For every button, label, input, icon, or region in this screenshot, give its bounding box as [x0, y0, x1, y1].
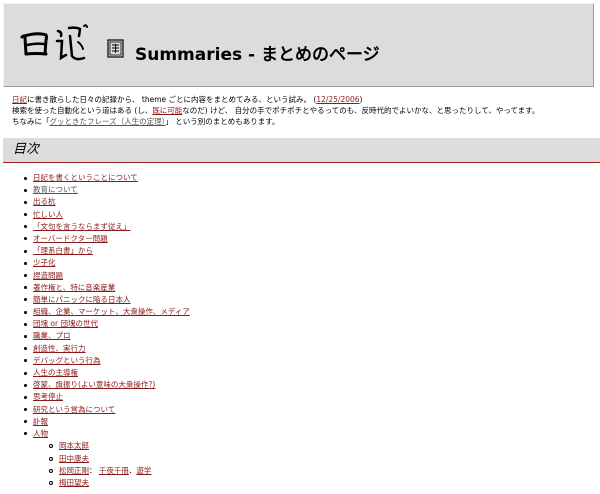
- yugaku-link[interactable]: 遊学: [136, 466, 151, 475]
- list-item: 職業、プロ: [0, 330, 600, 342]
- page-header: Summaries - まとめのページ: [3, 3, 594, 87]
- list-item: デバッグという行為: [0, 355, 600, 367]
- phrases-page-link[interactable]: グッときたフレーズ（人生の定理）: [50, 117, 166, 126]
- people-sublist: 岡本太郎 田中康夫 松岡正剛： 千夜千冊、遊学 梅田望夫: [0, 440, 600, 489]
- person-link[interactable]: 松岡正剛: [59, 466, 89, 475]
- update-date-link[interactable]: 12/25/2006: [316, 95, 359, 104]
- list-item: 組織、企業、マーケット、大衆操作、メディア: [0, 306, 600, 318]
- toc-link[interactable]: デバッグという行為: [33, 356, 101, 365]
- toc-link[interactable]: オーバードクター問題: [33, 234, 108, 243]
- list-item: 梅田望夫: [0, 477, 600, 489]
- toc-link[interactable]: 人物: [33, 429, 48, 438]
- person-link[interactable]: 岡本太郎: [59, 441, 89, 450]
- toc-list: 日記を書くということについて 教育について 出る杭 忙しい人 「文句を言うならま…: [0, 172, 600, 489]
- intro-text: 日記に書き散らした日々の記録から、 theme ごとに内容をまとめてみる、という…: [12, 94, 597, 127]
- intro-line-2: 検索を使った自動化という道はある (し、既に可能なのだ) けど、 自分の手でポチ…: [12, 106, 540, 115]
- list-item: オーバードクター問題: [0, 233, 600, 245]
- toc-heading: 目次: [13, 142, 40, 157]
- toc-link[interactable]: 忙しい人: [33, 210, 63, 219]
- list-item: 人生の主導権: [0, 367, 600, 379]
- page-title: Summaries - まとめのページ: [135, 45, 380, 65]
- diary-link[interactable]: 日記: [12, 95, 27, 104]
- toc-link[interactable]: 思考停止: [33, 392, 63, 401]
- toc-heading-bar: 目次: [3, 138, 600, 163]
- list-item: 思考停止: [0, 391, 600, 403]
- toc-link[interactable]: 著作権と、特に音楽産業: [33, 283, 115, 292]
- toc-link[interactable]: 簡単にパニックに陥る日本人: [33, 295, 131, 304]
- list-item: 著作権と、特に音楽産業: [0, 282, 600, 294]
- toc-link[interactable]: 捏造問題: [33, 271, 63, 280]
- list-item: 簡単にパニックに陥る日本人: [0, 294, 600, 306]
- person-link[interactable]: 梅田望夫: [59, 478, 89, 487]
- list-item: 創造性、実行力: [0, 343, 600, 355]
- list-item: 捏造問題: [0, 270, 600, 282]
- list-item: 「理系白書」から: [0, 245, 600, 257]
- toc-link[interactable]: 職業、プロ: [33, 331, 71, 340]
- list-item: 少子化: [0, 257, 600, 269]
- intro-line-3: ちなみに「グッときたフレーズ（人生の定理）」 という別のまとめもあります。: [12, 117, 280, 126]
- toc-link[interactable]: 「理系白書」から: [33, 246, 93, 255]
- toc-link[interactable]: 訃報: [33, 417, 48, 426]
- toc-link[interactable]: 「文句を言うならまず従え」: [33, 222, 131, 231]
- toc-link[interactable]: 啓蒙、旗振り(よい意味の大衆操作?): [33, 380, 155, 389]
- person-link[interactable]: 田中康夫: [59, 454, 89, 463]
- toc-link[interactable]: 団塊 or 団塊の世代: [33, 319, 98, 328]
- list-item: 出る杭: [0, 196, 600, 208]
- toc-link[interactable]: 教育について: [33, 185, 78, 194]
- toc-link[interactable]: 少子化: [33, 258, 56, 267]
- toc-link[interactable]: 組織、企業、マーケット、大衆操作、メディア: [33, 307, 190, 316]
- list-item: 団塊 or 団塊の世代: [0, 318, 600, 330]
- toc-link[interactable]: 創造性、実行力: [33, 344, 86, 353]
- list-item: 田中康夫: [0, 453, 600, 465]
- list-item: 教育について: [0, 184, 600, 196]
- diary-logo-icon: [20, 24, 124, 61]
- list-item: 研究という営為について: [0, 404, 600, 416]
- intro-line-1: 日記に書き散らした日々の記録から、 theme ごとに内容をまとめてみる、という…: [12, 95, 363, 104]
- list-item: 啓蒙、旗振り(よい意味の大衆操作?): [0, 379, 600, 391]
- list-item: 日記を書くということについて: [0, 172, 600, 184]
- list-item: 訃報: [0, 416, 600, 428]
- senya-sensatsu-link[interactable]: 千夜千冊: [99, 466, 129, 475]
- list-item: 「文句を言うならまず従え」: [0, 221, 600, 233]
- toc-link[interactable]: 日記を書くということについて: [33, 173, 138, 182]
- toc-link[interactable]: 人生の主導権: [33, 368, 78, 377]
- toc-link[interactable]: 研究という営為について: [33, 405, 115, 414]
- list-item: 人物 岡本太郎 田中康夫 松岡正剛： 千夜千冊、遊学 梅田望夫: [0, 428, 600, 489]
- list-item: 忙しい人: [0, 209, 600, 221]
- toc-link[interactable]: 出る杭: [33, 197, 56, 206]
- list-item: 岡本太郎: [0, 440, 600, 452]
- list-item: 松岡正剛： 千夜千冊、遊学: [0, 465, 600, 477]
- already-possible-link[interactable]: 既に可能: [152, 106, 182, 115]
